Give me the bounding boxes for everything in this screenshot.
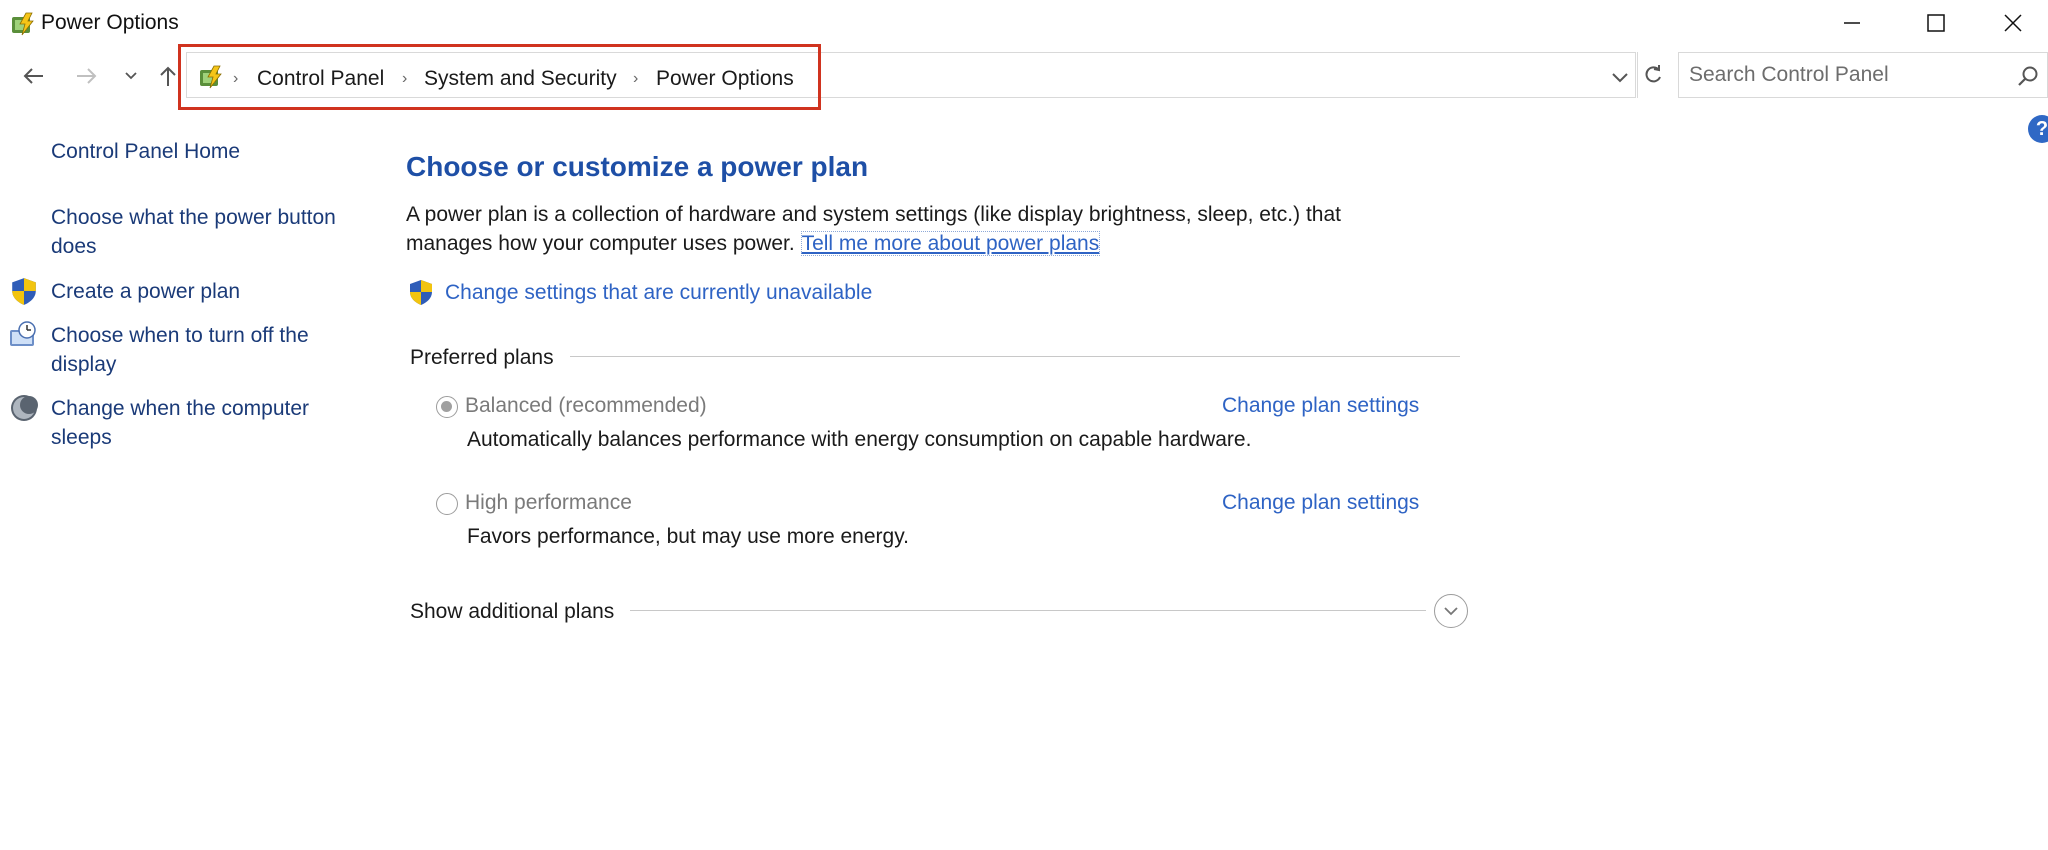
address-history-button[interactable] bbox=[1606, 66, 1634, 90]
chevron-right-icon[interactable]: › bbox=[402, 70, 407, 88]
chevron-right-icon[interactable]: › bbox=[233, 70, 238, 88]
chevron-down-icon bbox=[1612, 73, 1628, 83]
search-box[interactable] bbox=[1678, 52, 2048, 98]
tell-me-more-link[interactable]: Tell me more about power plans bbox=[800, 231, 1101, 256]
maximize-button[interactable] bbox=[1894, 0, 1978, 46]
preferred-plans-label: Preferred plans bbox=[410, 346, 564, 370]
arrow-up-icon bbox=[160, 66, 176, 86]
breadcrumb-system-and-security[interactable]: System and Security bbox=[424, 67, 617, 91]
sidebar-item-create-plan[interactable]: Create a power plan bbox=[51, 277, 351, 306]
refresh-icon bbox=[1645, 65, 1661, 83]
change-plan-settings-balanced[interactable]: Change plan settings bbox=[1222, 394, 1419, 418]
show-additional-plans-label[interactable]: Show additional plans bbox=[410, 600, 625, 624]
help-icon[interactable]: ? bbox=[2028, 115, 2048, 143]
change-plan-settings-high-performance[interactable]: Change plan settings bbox=[1222, 491, 1419, 515]
sidebar-item-control-panel-home[interactable]: Control Panel Home bbox=[51, 137, 351, 166]
page-title: Choose or customize a power plan bbox=[406, 151, 869, 182]
plan-description-balanced: Automatically balances performance with … bbox=[467, 428, 1252, 451]
chevron-down-icon bbox=[125, 72, 137, 80]
search-input[interactable] bbox=[1689, 61, 1989, 89]
shield-icon bbox=[410, 280, 432, 305]
power-options-icon bbox=[12, 12, 34, 36]
minimize-button[interactable] bbox=[1810, 0, 1894, 46]
monitor-clock-icon bbox=[10, 321, 36, 346]
close-icon bbox=[2004, 14, 2022, 32]
title-bar: Power Options bbox=[0, 0, 2048, 46]
plan-description-high-performance: Favors performance, but may use more ene… bbox=[467, 525, 909, 548]
breadcrumb-control-panel[interactable]: Control Panel bbox=[257, 67, 384, 91]
forward-button[interactable] bbox=[70, 60, 102, 92]
arrow-left-icon bbox=[23, 68, 43, 84]
power-options-icon bbox=[200, 65, 222, 89]
refresh-button[interactable] bbox=[1637, 52, 1667, 98]
page-description: A power plan is a collection of hardware… bbox=[406, 200, 1426, 258]
sidebar-item-display-off[interactable]: Choose when to turn off the display bbox=[51, 321, 351, 379]
window-title: Power Options bbox=[41, 11, 179, 34]
search-icon[interactable] bbox=[2017, 65, 2039, 87]
radio-balanced[interactable] bbox=[436, 396, 458, 418]
chevron-down-icon bbox=[1444, 607, 1458, 616]
maximize-icon bbox=[1927, 14, 1945, 32]
arrow-right-icon bbox=[77, 68, 97, 84]
section-divider bbox=[630, 610, 1426, 611]
sidebar-item-power-button[interactable]: Choose what the power button does bbox=[51, 203, 351, 261]
radio-high-performance[interactable] bbox=[436, 493, 458, 515]
breadcrumb-power-options[interactable]: Power Options bbox=[656, 67, 794, 91]
sidebar-item-sleep[interactable]: Change when the computer sleeps bbox=[51, 394, 351, 452]
plan-name-high-performance[interactable]: High performance bbox=[465, 491, 632, 515]
chevron-right-icon[interactable]: › bbox=[633, 70, 638, 88]
change-unavailable-settings-link[interactable]: Change settings that are currently unava… bbox=[445, 281, 872, 305]
back-button[interactable] bbox=[18, 60, 50, 92]
shield-icon bbox=[12, 278, 36, 305]
section-divider bbox=[570, 356, 1460, 357]
minimize-icon bbox=[1844, 22, 1860, 24]
close-button[interactable] bbox=[1978, 0, 2048, 46]
plan-name-balanced[interactable]: Balanced (recommended) bbox=[465, 394, 707, 418]
recent-locations-button[interactable] bbox=[120, 60, 142, 92]
expand-additional-plans-button[interactable] bbox=[1434, 594, 1468, 628]
moon-icon bbox=[11, 395, 38, 421]
